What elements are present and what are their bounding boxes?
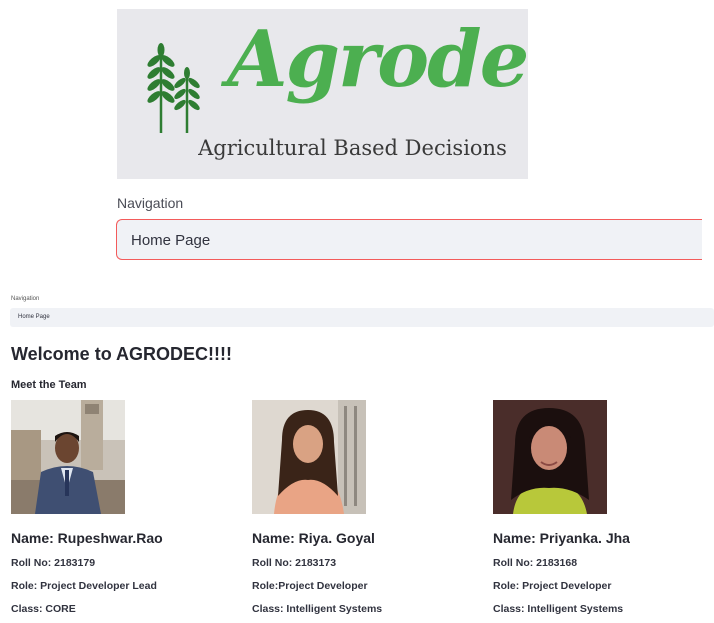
- logo-tagline: Agricultural Based Decisions: [198, 136, 507, 160]
- member-name: Name: Rupeshwar.Rao: [11, 530, 163, 546]
- member-class: Class: CORE: [11, 603, 76, 615]
- member-roll: Roll No: 2183168: [493, 557, 578, 569]
- person-photo-icon: [252, 400, 366, 514]
- member-role: Role: Project Developer Lead: [11, 580, 157, 592]
- navigation-select[interactable]: Home Page: [116, 219, 702, 260]
- page: Agrodec Agricultural Based Decisions Nav…: [0, 0, 714, 623]
- member-photo: [252, 400, 366, 514]
- logo-wordmark: Agrodec: [227, 14, 528, 105]
- member-class: Class: Intelligent Systems: [252, 603, 383, 615]
- member-role: Role:Project Developer: [252, 580, 368, 592]
- wheat-icon: [147, 43, 200, 133]
- member-name: Name: Priyanka. Jha: [493, 530, 630, 546]
- team-member-card: Name: Priyanka. Jha Roll No: 2183168 Rol…: [493, 400, 713, 615]
- team-member-card: Name: Riya. Goyal Roll No: 2183173 Role:…: [252, 400, 472, 615]
- member-name: Name: Riya. Goyal: [252, 530, 375, 546]
- person-photo-icon: [11, 400, 125, 514]
- member-roll: Roll No: 2183173: [252, 557, 337, 569]
- member-class: Class: Intelligent Systems: [493, 603, 624, 615]
- logo-banner: Agrodec Agricultural Based Decisions: [117, 9, 528, 179]
- navigation-selected-value: Home Page: [131, 232, 211, 249]
- team-member-card: Name: Rupeshwar.Rao Roll No: 2183179 Rol…: [11, 400, 231, 615]
- page-title: Welcome to AGRODEC!!!!: [11, 344, 233, 364]
- person-photo-icon: [493, 400, 607, 514]
- member-photo: [493, 400, 607, 514]
- member-role: Role: Project Developer: [493, 580, 612, 592]
- navigation-label-small: Navigation: [11, 296, 40, 302]
- navigation-selected-value-small: Home Page: [18, 314, 50, 320]
- member-photo: [11, 400, 125, 514]
- member-roll: Roll No: 2183179: [11, 557, 96, 569]
- navigation-label: Navigation: [117, 195, 184, 211]
- team-heading: Meet the Team: [11, 379, 87, 391]
- navigation-select-small[interactable]: Home Page: [10, 308, 714, 327]
